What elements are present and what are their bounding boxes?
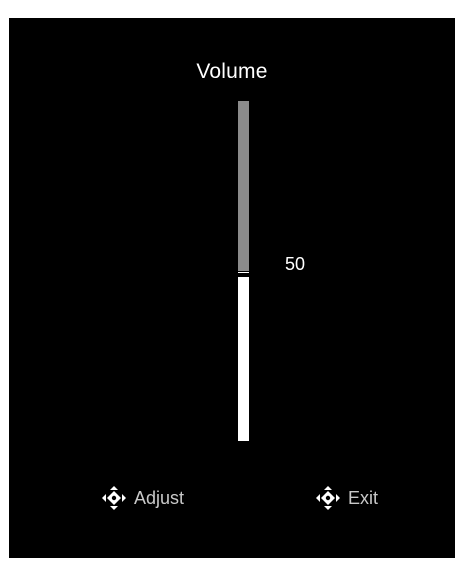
volume-slider-thumb[interactable] (238, 272, 249, 273)
exit-hint: Exit (314, 484, 378, 512)
volume-slider-track-lower (238, 277, 249, 441)
volume-slider[interactable] (238, 101, 249, 441)
adjust-hint: Adjust (100, 484, 184, 512)
osd-title: Volume (196, 60, 268, 83)
volume-osd-panel: Volume 50 Adjust Exit (9, 18, 455, 558)
volume-slider-track-upper (238, 101, 249, 271)
exit-hint-label: Exit (348, 488, 379, 508)
dpad-icon (316, 486, 340, 510)
adjust-hint-label: Adjust (134, 488, 185, 508)
dpad-icon (102, 486, 126, 510)
volume-value: 50 (285, 254, 306, 274)
